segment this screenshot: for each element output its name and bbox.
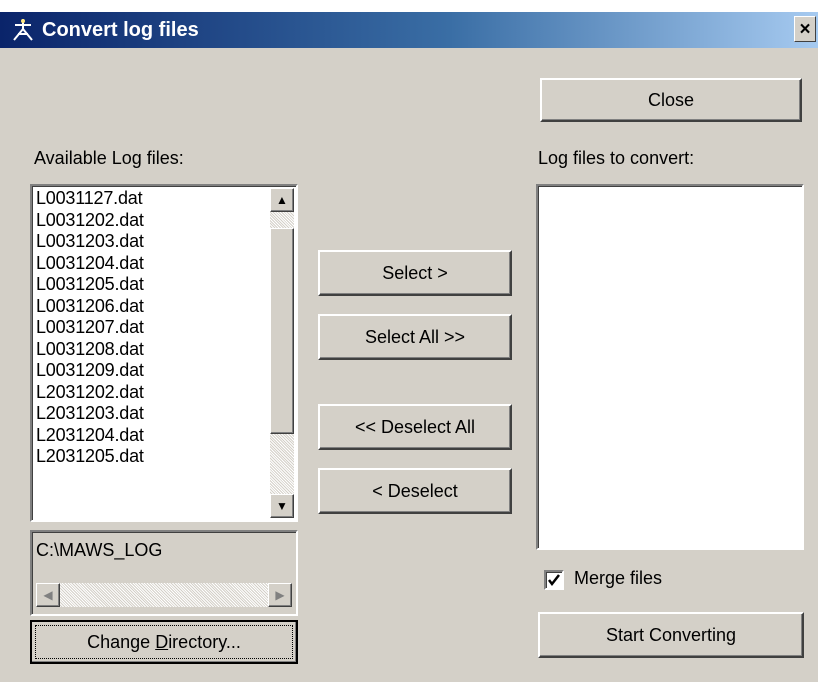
list-item[interactable]: L0031204.dat: [36, 253, 144, 275]
change-directory-button[interactable]: Change Directory...: [30, 620, 298, 664]
deselect-button-label: < Deselect: [372, 480, 458, 501]
select-all-button[interactable]: Select All >>: [318, 314, 512, 360]
start-converting-button[interactable]: Start Converting: [538, 612, 804, 658]
close-button[interactable]: Close: [540, 78, 802, 122]
scroll-up-button[interactable]: ▲: [270, 188, 294, 212]
merge-files-option[interactable]: Merge files: [544, 568, 744, 592]
available-list-vertical-scrollbar[interactable]: ▲ ▼: [270, 188, 294, 518]
list-item[interactable]: L0031209.dat: [36, 360, 144, 382]
directory-path: C:\MAWS_LOG: [36, 540, 163, 560]
scroll-left-button[interactable]: ◀: [36, 583, 60, 607]
title-bar[interactable]: Convert log files ×: [0, 12, 818, 48]
merge-files-checkbox[interactable]: [544, 570, 564, 590]
list-item[interactable]: L0031206.dat: [36, 296, 144, 318]
list-item[interactable]: L2031202.dat: [36, 382, 144, 404]
select-button[interactable]: Select >: [318, 250, 512, 296]
list-item[interactable]: L2031205.dat: [36, 446, 144, 468]
directory-horizontal-scrollbar[interactable]: ◀ ▶: [36, 582, 292, 608]
list-item[interactable]: L2031204.dat: [36, 425, 144, 447]
available-log-files-label: Available Log files:: [34, 148, 184, 168]
window-title: Convert log files: [42, 19, 199, 41]
start-converting-label: Start Converting: [605, 624, 737, 645]
change-directory-label: Change Directory...: [87, 631, 241, 652]
available-log-files-items: L0031127.dat L0031202.dat L0031203.dat L003…: [36, 188, 144, 468]
deselect-all-button[interactable]: << Deselect All: [318, 404, 512, 450]
arrow-up-icon: ▲: [276, 193, 288, 207]
close-icon: ×: [799, 19, 811, 40]
directory-box: C:\MAWS_LOG ◀ ▶: [30, 530, 298, 616]
list-item[interactable]: L0031127.dat: [36, 188, 144, 210]
deselect-all-button-label: << Deselect All: [354, 416, 476, 437]
scroll-right-button[interactable]: ▶: [268, 583, 292, 607]
list-item[interactable]: L0031208.dat: [36, 339, 144, 361]
log-files-to-convert-label: Log files to convert:: [538, 148, 695, 168]
convert-log-files-dialog: Convert log files × Close Available Log …: [0, 12, 818, 682]
arrow-down-icon: ▼: [276, 499, 288, 513]
scroll-thumb[interactable]: [270, 228, 294, 434]
horizontal-scroll-track[interactable]: [60, 583, 268, 607]
arrow-right-icon: ▶: [275, 588, 285, 602]
list-item[interactable]: L0031203.dat: [36, 231, 144, 253]
close-button-label: Close: [647, 89, 695, 110]
deselect-button[interactable]: < Deselect: [318, 468, 512, 514]
select-button-label: Select >: [382, 262, 448, 283]
close-window-button[interactable]: ×: [794, 16, 816, 42]
select-all-button-label: Select All >>: [364, 326, 466, 347]
list-item[interactable]: L2031203.dat: [36, 403, 144, 425]
merge-files-label: Merge files: [574, 568, 663, 588]
list-item[interactable]: L0031205.dat: [36, 274, 144, 296]
checkmark-icon: [548, 574, 560, 587]
scroll-down-button[interactable]: ▼: [270, 494, 294, 518]
log-files-to-convert-list[interactable]: [536, 184, 804, 550]
list-item[interactable]: L0031202.dat: [36, 210, 144, 232]
available-log-files-list[interactable]: L0031127.dat L0031202.dat L0031203.dat L003…: [30, 184, 298, 522]
list-item[interactable]: L0031207.dat: [36, 317, 144, 339]
arrow-left-icon: ◀: [43, 588, 53, 602]
app-icon: [13, 19, 33, 41]
